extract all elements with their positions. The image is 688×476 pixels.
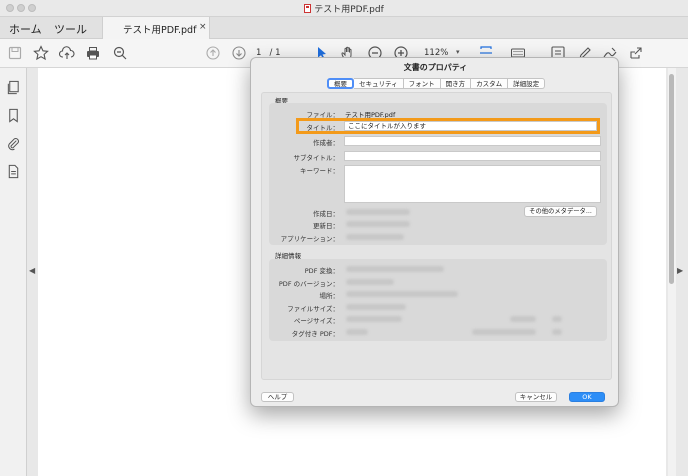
document-icon[interactable] (6, 164, 21, 179)
title-bar: テスト用PDF.pdf (0, 0, 688, 17)
file-size-label: ファイルサイズ： (287, 305, 339, 313)
collapse-right-panel-icon[interactable]: ▶ (677, 266, 683, 275)
tab-custom[interactable]: カスタム (471, 78, 509, 89)
tab-advanced[interactable]: 詳細設定 (508, 78, 546, 89)
pdf-version-label: PDF のバージョン： (278, 280, 339, 288)
created-label: 作成日： (313, 210, 339, 218)
ok-button[interactable]: OK (569, 392, 605, 402)
keywords-label: キーワード： (300, 167, 339, 175)
left-rail (0, 68, 27, 476)
author-label: 作成者： (313, 139, 339, 147)
collapse-left-panel-icon[interactable]: ◀ (29, 266, 35, 275)
tab-summary[interactable]: 概要 (327, 78, 354, 89)
bookmark-icon[interactable] (6, 108, 21, 123)
tab-initial-view[interactable]: 開き方 (440, 78, 472, 89)
tab-tools[interactable]: ツール (54, 21, 87, 37)
subject-input[interactable] (344, 151, 601, 161)
window-title: テスト用PDF.pdf (0, 2, 688, 15)
more-metadata-button[interactable]: その他のメタデータ... (524, 206, 597, 217)
summary-panel: 概要 ファイル： テスト用PDF.pdf タイトル： ここにタイトルが入ります … (261, 92, 612, 380)
dialog-title: 文書のプロパティ (403, 63, 468, 72)
location-label: 場所： (319, 292, 340, 300)
scrollbar-thumb[interactable] (669, 74, 674, 284)
window-title-text: テスト用PDF.pdf (314, 5, 384, 15)
help-button[interactable]: ヘルプ (261, 392, 294, 402)
pdf-version-value-redacted (346, 279, 394, 285)
producer-value-redacted (346, 266, 444, 272)
print-icon[interactable] (85, 45, 101, 61)
file-size-value-redacted (346, 304, 406, 310)
cancel-button[interactable]: キャンセル (515, 392, 557, 402)
tab-home[interactable]: ホーム (9, 21, 42, 37)
keywords-input[interactable] (344, 165, 601, 203)
pages-icon[interactable] (6, 80, 21, 95)
location-value-redacted (346, 291, 458, 297)
upload-icon[interactable] (59, 45, 75, 61)
modified-value-redacted (346, 221, 410, 227)
subject-label: サブタイトル： (293, 154, 340, 162)
save-icon[interactable] (7, 45, 23, 61)
tab-bar: ホーム ツール テスト用PDF.pdf × (0, 17, 688, 39)
tagged-pdf-label: タグ付き PDF： (291, 330, 339, 338)
title-label: タイトル： (306, 124, 340, 132)
share-icon[interactable] (628, 45, 644, 61)
page-size-value-redacted (346, 316, 402, 322)
dialog-tab-bar: 概要 セキュリティ フォント 開き方 カスタム 詳細設定 (327, 78, 546, 89)
attachment-icon[interactable] (6, 136, 21, 151)
close-tab-icon[interactable]: × (199, 22, 207, 32)
tab-fonts[interactable]: フォント (403, 78, 441, 89)
document-tab-label: テスト用PDF.pdf (123, 25, 197, 36)
producer-label: PDF 変換： (304, 267, 339, 275)
pdf-file-icon (304, 4, 312, 13)
modified-label: 更新日： (313, 222, 339, 230)
tab-document[interactable]: テスト用PDF.pdf × (102, 17, 210, 39)
page-count-label-redacted (510, 316, 536, 322)
page-size-label: ページサイズ： (293, 317, 339, 325)
page-up-icon[interactable] (205, 45, 221, 61)
tagged-pdf-value-redacted (346, 329, 368, 335)
application-label: アプリケーション： (280, 235, 339, 243)
title-input[interactable]: ここにタイトルが入ります (344, 121, 597, 131)
document-properties-dialog: 文書のプロパティ 概要 セキュリティ フォント 開き方 カスタム 詳細設定 概要… (250, 57, 619, 407)
zoom-out-icon[interactable] (112, 45, 128, 61)
fast-web-view-label-redacted (472, 329, 536, 335)
page-down-icon[interactable] (231, 45, 247, 61)
application-value-redacted (346, 234, 404, 240)
fast-web-view-value-redacted (552, 329, 562, 335)
star-icon[interactable] (33, 45, 49, 61)
created-value-redacted (346, 209, 410, 215)
zoom-dropdown-icon[interactable]: ▾ (456, 48, 460, 56)
author-input[interactable] (344, 136, 601, 146)
page-count-value-redacted (552, 316, 562, 322)
tab-security[interactable]: セキュリティ (354, 78, 404, 89)
